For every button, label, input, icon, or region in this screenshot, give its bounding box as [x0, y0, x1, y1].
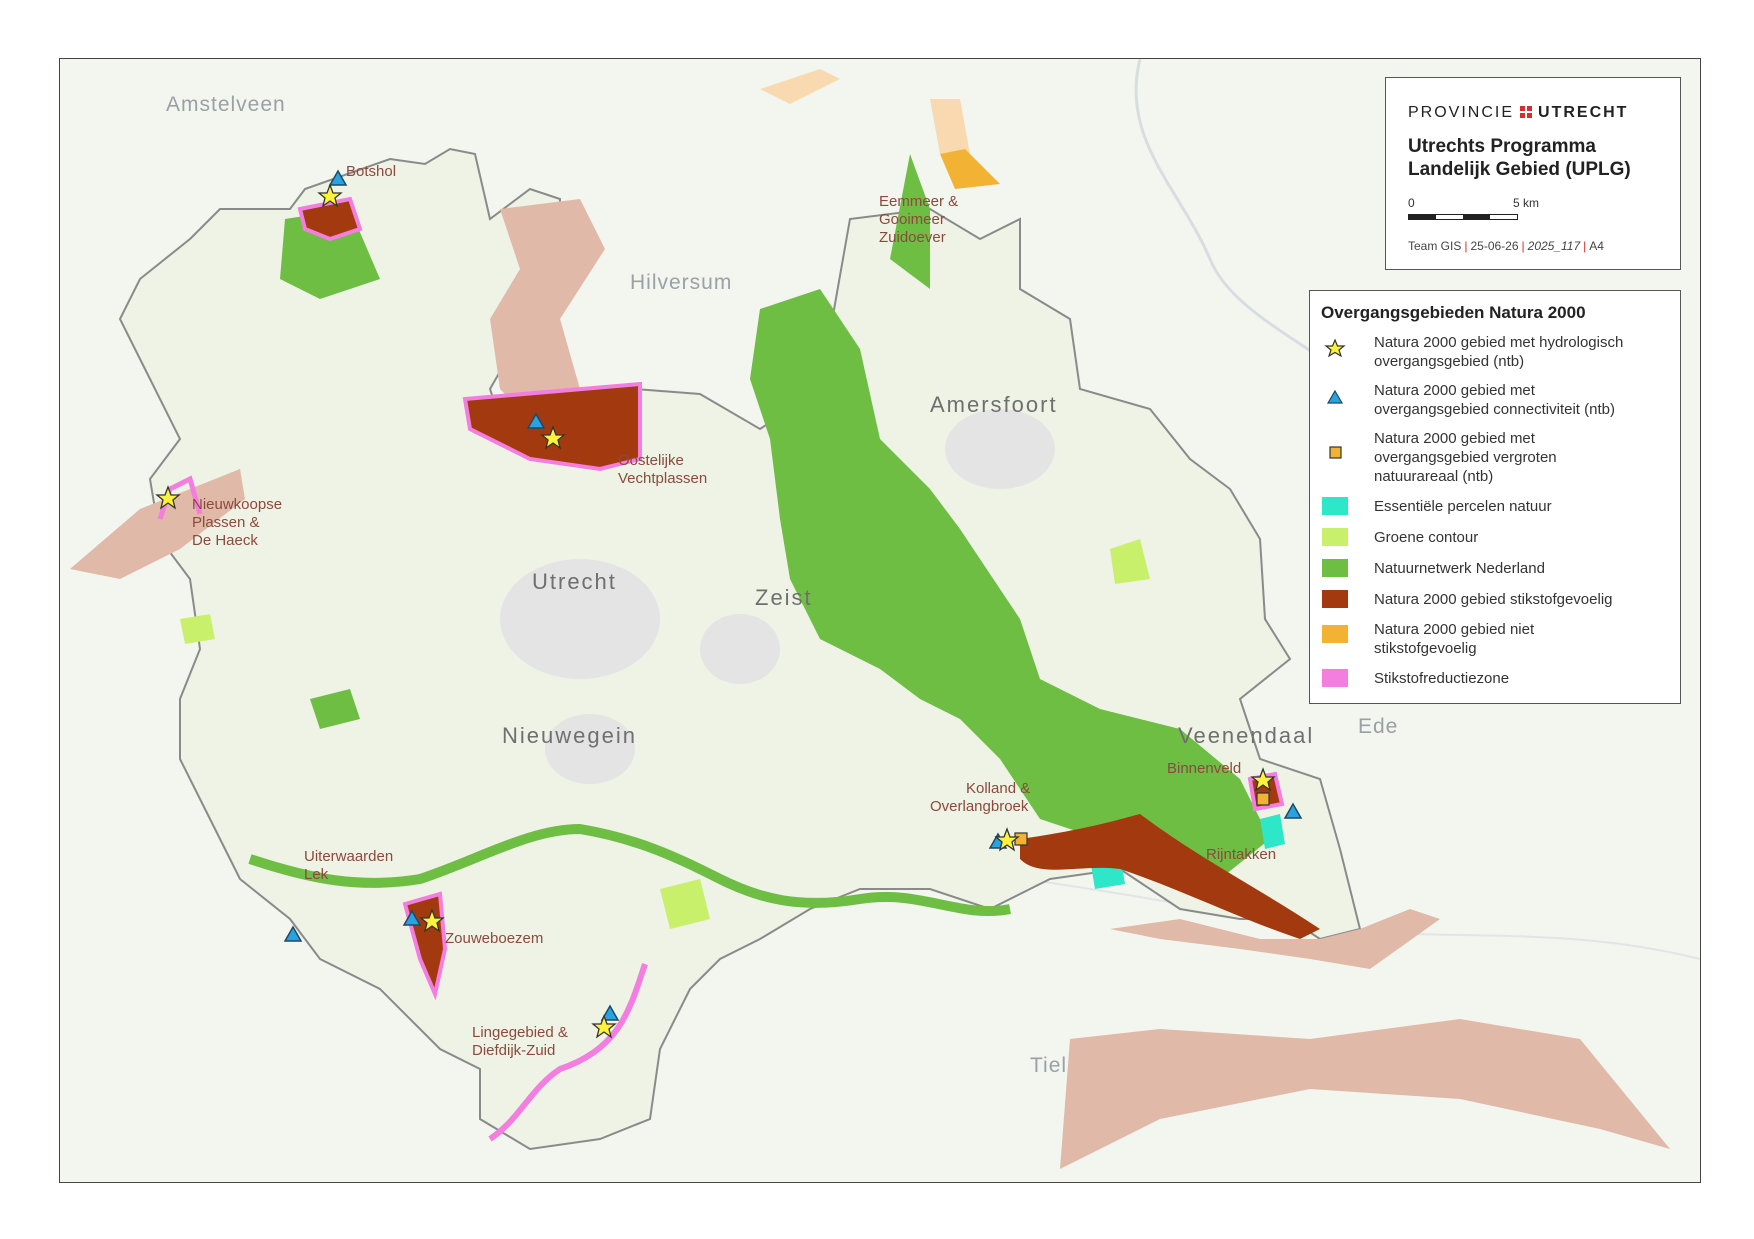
patch-n2000-niet-stikstofgevoelig: [1322, 625, 1348, 643]
brand-dots-icon: [1520, 106, 1533, 118]
legend: Overgangsgebieden Natura 2000 Natura 200…: [1309, 290, 1681, 704]
urban-area: [700, 614, 780, 684]
city-label-veenendaal: Veenendaal: [1178, 723, 1315, 748]
scale-bar: 0 5 km: [1408, 196, 1558, 222]
groene-contour-area: [180, 614, 215, 644]
area-label-rijntakken: Rijntakken: [1206, 846, 1277, 863]
city-label-nieuwegein: Nieuwegein: [502, 723, 637, 748]
outside-n2000-area: [760, 69, 840, 104]
square-icon: [1329, 446, 1342, 459]
patch-natuurnetwerk: [1322, 559, 1348, 577]
area-label-zouweboezem: Zouweboezem: [445, 930, 544, 947]
outside-n2000-area: [930, 99, 970, 154]
place-label-amstelveen: Amstelveen: [166, 93, 286, 116]
square-icon[interactable]: [1256, 792, 1270, 806]
area-label-botshol: Botshol: [346, 163, 397, 180]
area-label-binnenveld: Binnenveld: [1167, 760, 1242, 777]
place-label-tiel: Tiel: [1030, 1054, 1068, 1077]
scale-end-label: 5 km: [1513, 196, 1540, 210]
square-icon[interactable]: [1014, 832, 1028, 846]
area-label-oostelijke-vechtplassen: Oostelijke Vechtplassen: [618, 452, 708, 487]
urban-area: [945, 409, 1055, 489]
place-label-hilversum: Hilversum: [630, 271, 733, 294]
outside-n2000-area: [1060, 1019, 1670, 1169]
area-label-nieuwkoopse-plassen: Nieuwkoopse Plassen & De Haeck: [192, 496, 283, 549]
credits: Team GIS | 25-06-26 | 2025_117 | A4: [1408, 239, 1604, 253]
title-box: PROVINCIE UTRECHT Utrechts Programma Land…: [1385, 77, 1681, 270]
patch-groene-contour: [1322, 528, 1348, 546]
city-label-utrecht: Utrecht: [532, 569, 617, 594]
area-label-kolland: Kolland & Overlangbroek: [930, 780, 1031, 815]
city-label-zeist: Zeist: [755, 585, 813, 610]
city-label-amersfoort: Amersfoort: [930, 392, 1058, 417]
patch-stikstofreductiezone: [1322, 669, 1348, 687]
area-label-uiterwaarden-lek: Uiterwaarden Lek: [304, 848, 394, 883]
brand-logo: PROVINCIE UTRECHT: [1408, 104, 1629, 121]
scale-bar-graphic: [1408, 214, 1518, 220]
area-label-eemmeer: Eemmeer & Gooimeer Zuidoever: [879, 193, 959, 246]
map-title: Utrechts Programma Landelijk Gebied (UPL…: [1408, 136, 1631, 180]
legend-title: Overgangsgebieden Natura 2000: [1321, 303, 1586, 322]
n2000-niet-stikstofgevoelig-area: [940, 149, 1000, 189]
area-label-lingegebied: Lingegebied & Diefdijk-Zuid: [472, 1024, 568, 1059]
patch-n2000-stikstofgevoelig: [1322, 590, 1348, 608]
scale-start-label: 0: [1408, 196, 1415, 210]
patch-essentiele-percelen: [1322, 497, 1348, 515]
place-label-ede: Ede: [1358, 715, 1399, 738]
triangle-icon: [1326, 389, 1344, 404]
star-icon: [1324, 339, 1346, 357]
